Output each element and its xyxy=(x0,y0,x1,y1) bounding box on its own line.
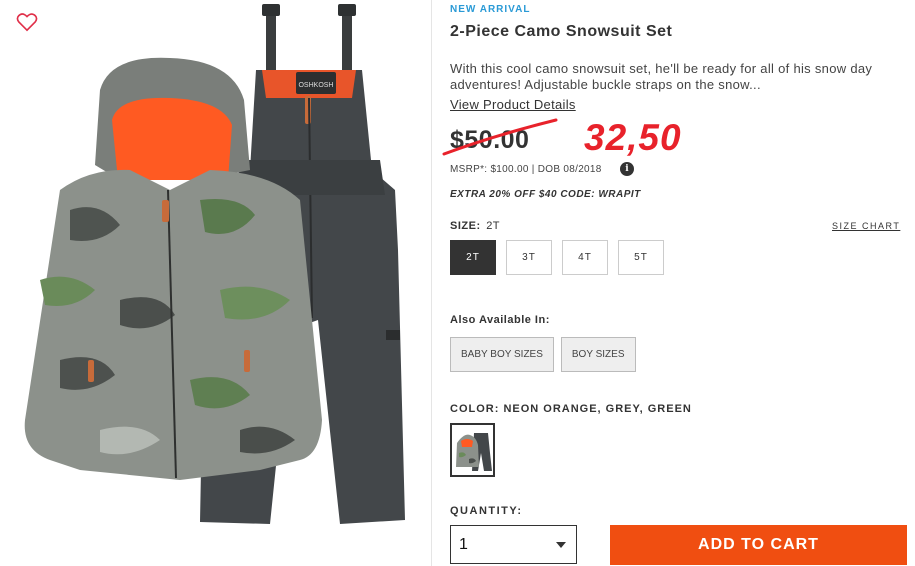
svg-text:OSHKOSH: OSHKOSH xyxy=(298,82,333,89)
baby-boy-sizes-button[interactable]: BABY BOY SIZES xyxy=(450,337,554,372)
size-option-2t[interactable]: 2T xyxy=(450,240,496,275)
color-label: COLOR: NEON ORANGE, GREY, GREEN xyxy=(450,403,692,415)
product-title: 2-Piece Camo Snowsuit Set xyxy=(450,23,673,40)
promo-code-text: EXTRA 20% OFF $40 CODE: WRAPIT xyxy=(450,189,641,200)
product-image: OSHKOSH xyxy=(24,4,405,524)
size-options: 2T 3T 4T 5T xyxy=(450,240,664,275)
chevron-down-icon xyxy=(556,542,566,548)
price-strikethrough-mark xyxy=(442,118,558,156)
size-option-5t[interactable]: 5T xyxy=(618,240,664,275)
quantity-value: 1 xyxy=(459,535,468,553)
also-available-options: BABY BOY SIZES BOY SIZES xyxy=(450,337,636,372)
size-option-4t[interactable]: 4T xyxy=(562,240,608,275)
info-icon[interactable]: i xyxy=(620,162,634,176)
product-description: With this cool camo snowsuit set, he'll … xyxy=(450,61,873,92)
also-available-label: Also Available In: xyxy=(450,314,550,326)
size-option-3t[interactable]: 3T xyxy=(506,240,552,275)
add-to-cart-button[interactable]: ADD TO CART xyxy=(610,525,907,565)
selected-size-value: 2T xyxy=(486,220,501,232)
size-chart-link[interactable]: SIZE CHART xyxy=(832,221,900,231)
size-label: SIZE: 2T xyxy=(450,220,500,232)
size-label-text: SIZE: xyxy=(450,220,481,232)
favorite-heart-icon[interactable] xyxy=(16,12,38,32)
quantity-label: QUANTITY: xyxy=(450,505,523,517)
msrp-text: MSRP*: $100.00 | DOB 08/2018 xyxy=(450,164,602,175)
color-swatch-neon-orange-grey-green[interactable] xyxy=(450,423,495,477)
new-arrival-badge: NEW ARRIVAL xyxy=(450,4,531,15)
product-info-panel: NEW ARRIVAL 2-Piece Camo Snowsuit Set Wi… xyxy=(442,0,910,566)
sale-price-annotation: 32,50 xyxy=(584,117,682,158)
swatch-thumbnail xyxy=(456,433,492,471)
quantity-select[interactable]: 1 xyxy=(450,525,577,564)
boy-sizes-button[interactable]: BOY SIZES xyxy=(560,337,636,372)
view-product-details-link[interactable]: View Product Details xyxy=(450,97,576,112)
product-image-panel: OSHKOSH xyxy=(0,0,432,566)
